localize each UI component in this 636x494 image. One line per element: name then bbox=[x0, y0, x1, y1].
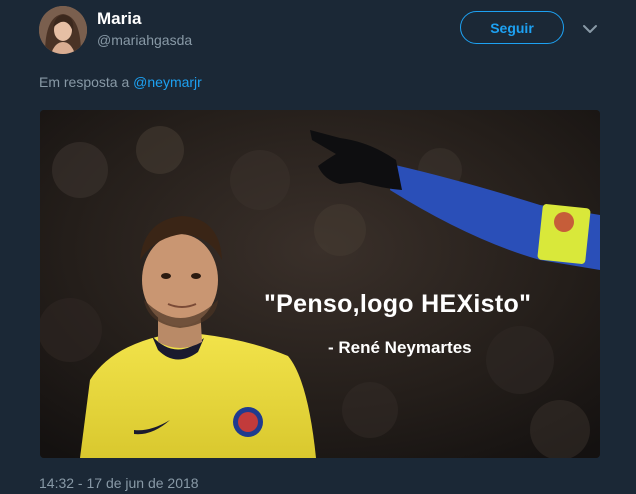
author-handle[interactable]: @mariahgasda bbox=[97, 32, 192, 48]
tweet-timestamp[interactable]: 14:32 - 17 de jun de 2018 bbox=[39, 475, 199, 491]
author-name[interactable]: Maria bbox=[97, 9, 141, 29]
meme-quote-text: "Penso,logo HEXisto" bbox=[264, 290, 532, 318]
avatar[interactable] bbox=[39, 6, 87, 54]
meme-attribution-text: - René Neymartes bbox=[328, 338, 472, 357]
meme-photo bbox=[40, 110, 600, 458]
reply-context: Em resposta a @neymarjr bbox=[39, 74, 202, 90]
reply-mention-link[interactable]: @neymarjr bbox=[133, 74, 202, 90]
chevron-down-icon[interactable] bbox=[582, 22, 598, 34]
follow-button[interactable]: Seguir bbox=[460, 11, 564, 44]
reply-prefix: Em resposta a bbox=[39, 74, 130, 90]
tweet-image[interactable]: "Penso,logo HEXisto" - René Neymartes bbox=[40, 110, 600, 458]
